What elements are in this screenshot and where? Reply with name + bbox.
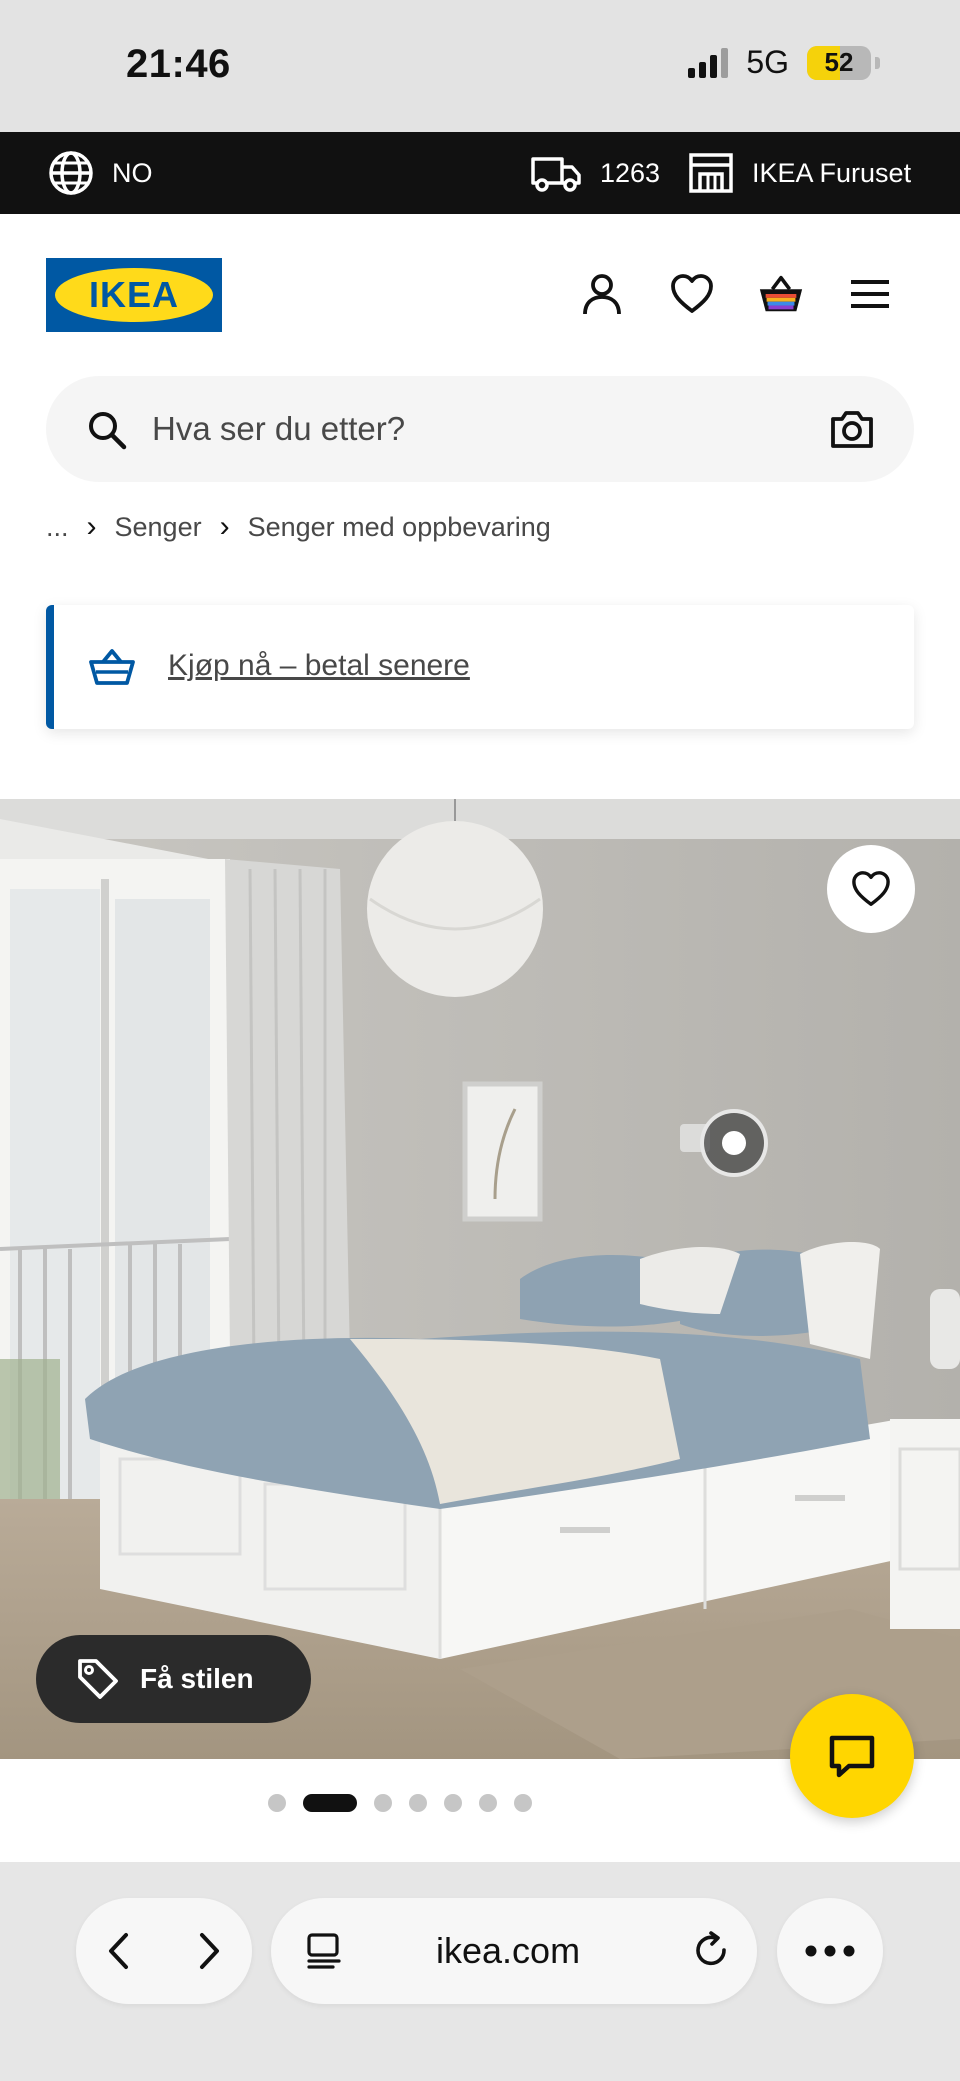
address-bar[interactable]: ikea.com <box>271 1898 757 2004</box>
person-icon <box>583 274 621 315</box>
promo-banner: Kjøp nå – betal senere <box>46 605 914 729</box>
logo-text: IKEA <box>88 274 179 315</box>
breadcrumb-ellipsis[interactable]: ... <box>46 512 69 543</box>
chat-icon <box>829 1735 875 1778</box>
camera-icon[interactable] <box>830 409 874 449</box>
menu-icon <box>851 280 889 308</box>
delivery-code: 1263 <box>600 157 661 188</box>
image-pager[interactable] <box>0 1794 960 1812</box>
more-icon <box>805 1945 855 1957</box>
site-header: IKEA <box>0 214 960 374</box>
battery-icon: 52 <box>807 45 871 80</box>
globe-icon <box>49 151 93 195</box>
pager-dot[interactable] <box>479 1794 497 1812</box>
store-name: IKEA Furuset <box>752 157 912 188</box>
pager-dot[interactable] <box>268 1794 286 1812</box>
ikea-logo[interactable]: IKEA <box>46 258 222 332</box>
chevron-right-icon: › <box>86 510 97 543</box>
status-time: 21:46 <box>126 42 231 86</box>
account-button[interactable] <box>578 270 626 318</box>
breadcrumb: ... › Senger › Senger med oppbevaring <box>46 510 551 544</box>
pager-dot[interactable] <box>374 1794 392 1812</box>
product-image[interactable]: Få stilen <box>0 799 960 1759</box>
search-icon <box>89 412 127 450</box>
url-text: ikea.com <box>436 1930 581 1971</box>
bedroom-scene-image <box>0 799 960 1759</box>
breadcrumb-item[interactable]: Senger med oppbevaring <box>248 512 551 543</box>
top-strip: NO 1263 IKEA Furuset <box>0 132 960 214</box>
basket-icon <box>759 275 803 312</box>
status-bar: 21:46 5G 52 <box>0 0 960 132</box>
pager-dot-active[interactable] <box>303 1794 357 1812</box>
status-indicators: 5G 52 <box>688 44 880 81</box>
cart-button[interactable] <box>757 270 805 318</box>
get-the-style-label: Få stilen <box>140 1663 254 1694</box>
battery-level: 52 <box>824 47 854 77</box>
heart-icon <box>852 871 890 907</box>
product-hotspot[interactable] <box>700 1109 768 1177</box>
favourites-button[interactable] <box>668 270 716 318</box>
browser-toolbar: ikea.com <box>0 1862 960 2081</box>
search-bar[interactable] <box>46 376 914 482</box>
heart-icon <box>671 274 713 313</box>
language-label: NO <box>112 157 153 188</box>
truck-icon <box>531 157 581 192</box>
delivery-postcode[interactable]: 1263 <box>530 132 660 214</box>
pager-dot[interactable] <box>444 1794 462 1812</box>
pager-dot[interactable] <box>514 1794 532 1812</box>
tag-icon <box>78 1659 118 1699</box>
nav-buttons <box>76 1898 252 2004</box>
menu-button[interactable] <box>846 270 894 318</box>
back-icon[interactable] <box>104 1931 134 1971</box>
add-to-favourites-button[interactable] <box>827 845 915 933</box>
buy-now-pay-later-link[interactable]: Kjøp nå – betal senere <box>168 649 470 683</box>
page-menu-icon[interactable] <box>305 1932 343 1970</box>
language-selector[interactable]: NO <box>48 132 153 214</box>
forward-icon[interactable] <box>194 1931 224 1971</box>
pager-dot[interactable] <box>409 1794 427 1812</box>
store-selector[interactable]: IKEA Furuset <box>688 132 911 214</box>
more-button[interactable] <box>777 1898 883 2004</box>
reload-icon[interactable] <box>691 1930 731 1970</box>
search-input[interactable] <box>152 376 812 482</box>
store-icon <box>689 153 733 193</box>
chevron-right-icon: › <box>219 510 230 543</box>
basket-icon <box>89 649 135 685</box>
breadcrumb-item[interactable]: Senger <box>115 512 202 543</box>
signal-icon <box>688 47 729 78</box>
get-the-style-button[interactable]: Få stilen <box>36 1635 311 1723</box>
network-type: 5G <box>746 44 789 80</box>
